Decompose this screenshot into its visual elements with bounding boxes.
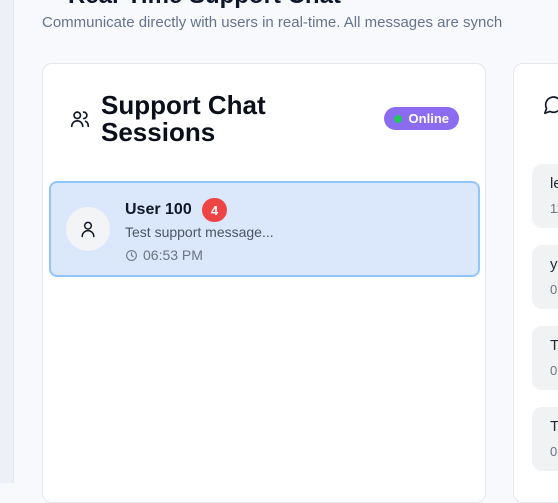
chat-message-text: y (550, 256, 558, 273)
session-item[interactable]: User 100 4 Test support message... 06:53… (49, 181, 480, 277)
chat-message-text: T (550, 418, 558, 435)
avatar (66, 207, 110, 251)
chat-message-time: 0 (550, 363, 558, 378)
page-title-text: Real-Time Support Chat (68, 0, 341, 10)
chat-message-text: le (550, 175, 558, 192)
chat-panel: le 11 y 0 T 0 T 0 (513, 63, 558, 503)
session-time: 06:53 PM (125, 247, 203, 263)
page-title: Real-Time Support Chat (42, 0, 341, 9)
online-dot-icon (393, 114, 402, 123)
chat-message: y 0 (532, 245, 558, 309)
infinity-icon (42, 0, 60, 5)
chat-message: T 0 (532, 407, 558, 471)
session-preview: Test support message... (125, 224, 274, 240)
left-rail (0, 0, 14, 483)
session-time-text: 06:53 PM (143, 247, 203, 263)
clock-icon (126, 249, 137, 261)
chat-message: le 11 (532, 164, 558, 228)
page-subtitle: Communicate directly with users in real-… (42, 14, 503, 31)
chat-message: T 0 (532, 326, 558, 390)
sessions-panel-title: Support Chat Sessions (101, 90, 266, 147)
sessions-panel-header: Support Chat Sessions Online (69, 92, 459, 148)
users-icon (70, 111, 90, 128)
message-circle-icon (543, 96, 558, 115)
session-name: User 100 (125, 201, 192, 218)
chat-message-text: T (550, 337, 558, 354)
page-header: Real-Time Support Chat Communicate direc… (42, 0, 502, 31)
status-badge-label: Online (408, 111, 449, 126)
user-icon (81, 221, 95, 238)
chat-message-time: 0 (550, 444, 558, 459)
chat-message-time: 11 (550, 201, 558, 216)
unread-count-badge: 4 (202, 198, 227, 222)
status-badge: Online (383, 107, 459, 130)
sessions-panel: Support Chat Sessions Online User 100 4 … (42, 63, 486, 503)
chat-message-time: 0 (550, 282, 558, 297)
